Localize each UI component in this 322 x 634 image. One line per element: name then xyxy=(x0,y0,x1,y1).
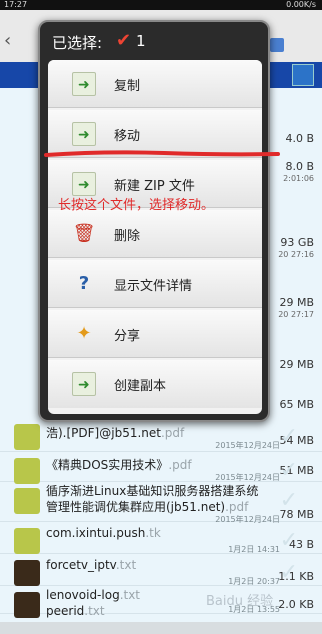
date-label: 2:01:06 xyxy=(283,174,314,183)
menu-item-copy[interactable]: 复制 xyxy=(48,60,262,108)
size-label: 4.0 B xyxy=(285,132,314,145)
list-item[interactable]: 循序渐进Linux基础知识服务器搭建系统 管理性能调优集群应用(jb51.net… xyxy=(0,482,322,524)
selected-count: 1 xyxy=(136,32,146,50)
watermark: Baidu 经验 xyxy=(206,594,274,609)
file-name: 《精典DOS实用技术》 xyxy=(46,458,169,472)
zip-icon xyxy=(72,172,96,197)
file-ext: .txt xyxy=(115,558,137,572)
action-menu: 复制 移动 新建 ZIP 文件 🗑 删除 ? 显示文件详情 ✦ 分享 创建副本 xyxy=(48,60,262,414)
menu-item-label: 创建副本 xyxy=(114,379,167,394)
file-name: forcetv_iptv xyxy=(46,558,116,572)
list-item[interactable]: peerid.txt xyxy=(0,600,322,622)
file-name: 循序渐进Linux基础知识服务器搭建系统 xyxy=(46,484,259,498)
info-icon: ? xyxy=(78,273,90,294)
bottom-bar xyxy=(0,622,322,634)
file-icon xyxy=(14,528,40,554)
dialog-title: 已选择: xyxy=(52,34,103,52)
list-item[interactable]: forcetv_iptv.txt 1月2日 20:37 1.1 KB ✓ xyxy=(0,554,322,586)
file-ext: .txt xyxy=(84,604,105,618)
status-bar: 17:27 0.00K/s xyxy=(0,0,322,10)
date-label: 20 27:16 xyxy=(278,250,314,259)
move-icon xyxy=(72,122,96,147)
red-underline-annotation xyxy=(44,150,280,157)
menu-item-label: 显示文件详情 xyxy=(114,279,193,294)
list-item[interactable]: 《精典DOS实用技术》.pdf 2015年12月24日 51 MB ✓ xyxy=(0,452,322,484)
menu-item-share[interactable]: ✦ 分享 xyxy=(48,310,262,358)
check-icon[interactable]: ✓ xyxy=(280,424,298,449)
menu-item-duplicate[interactable]: 创建副本 xyxy=(48,360,262,408)
size-label: 29 MB xyxy=(279,296,314,309)
status-time: 17:27 xyxy=(4,0,28,9)
toolbar-icon[interactable] xyxy=(270,38,284,52)
copy-icon xyxy=(72,72,96,97)
pdf-file-icon xyxy=(14,488,40,514)
storage-icon[interactable] xyxy=(292,64,314,86)
file-ext: .pdf xyxy=(160,426,185,440)
size-label: 8.0 B xyxy=(285,160,314,173)
back-chevron-icon[interactable]: ‹ xyxy=(4,30,11,51)
check-icon[interactable]: ✓ xyxy=(280,488,298,513)
size-label: 65 MB xyxy=(279,398,314,411)
list-item[interactable]: com.ixintui.push.tk 1月2日 14:31 43 B ✓ xyxy=(0,522,322,554)
file-date: 2015年12月24日 xyxy=(215,441,280,450)
menu-item-label: 移动 xyxy=(114,129,141,144)
menu-item-label: 新建 ZIP 文件 xyxy=(114,179,195,194)
list-item[interactable]: 浩).[PDF]@jb51.net.pdf 2015年12月24日 54 MB … xyxy=(0,418,322,452)
trash-icon: 🗑 xyxy=(72,223,96,244)
instruction-annotation: 长按这个文件，选择移动。 xyxy=(58,198,215,213)
check-icon[interactable]: ✓ xyxy=(280,458,298,483)
txt-file-icon xyxy=(14,560,40,586)
menu-item-label: 复制 xyxy=(114,79,141,94)
duplicate-icon xyxy=(72,372,96,397)
share-icon: ✦ xyxy=(76,323,92,344)
size-label: 29 MB xyxy=(279,358,314,371)
selected-check-icon: ✔ xyxy=(116,30,132,51)
file-ext: .tk xyxy=(145,526,161,540)
pdf-file-icon xyxy=(14,458,40,484)
status-network: 0.00K/s xyxy=(286,0,316,9)
menu-item-details[interactable]: ? 显示文件详情 xyxy=(48,260,262,308)
file-name: 浩).[PDF]@jb51.net xyxy=(46,426,161,440)
check-icon[interactable]: ✓ xyxy=(280,528,298,553)
size-label: 93 GB xyxy=(280,236,314,249)
pdf-file-icon xyxy=(14,424,40,450)
file-ext: .pdf xyxy=(168,458,192,472)
file-name: com.ixintui.push xyxy=(46,526,146,540)
date-label: 20 27:17 xyxy=(278,310,314,319)
menu-item-label: 分享 xyxy=(114,329,141,344)
menu-item-delete[interactable]: 🗑 删除 xyxy=(48,210,262,258)
check-icon[interactable]: ✓ xyxy=(280,560,298,585)
selection-dialog: 已选择: ✔ 1 复制 移动 新建 ZIP 文件 🗑 删除 ? 显示文件详情 ✦… xyxy=(38,20,270,422)
file-name-line2: 管理性能调优集群应用(jb51.net) xyxy=(46,500,226,514)
file-name: peerid xyxy=(46,604,85,618)
menu-item-label: 删除 xyxy=(114,229,141,244)
file-ext: .pdf xyxy=(225,500,249,514)
